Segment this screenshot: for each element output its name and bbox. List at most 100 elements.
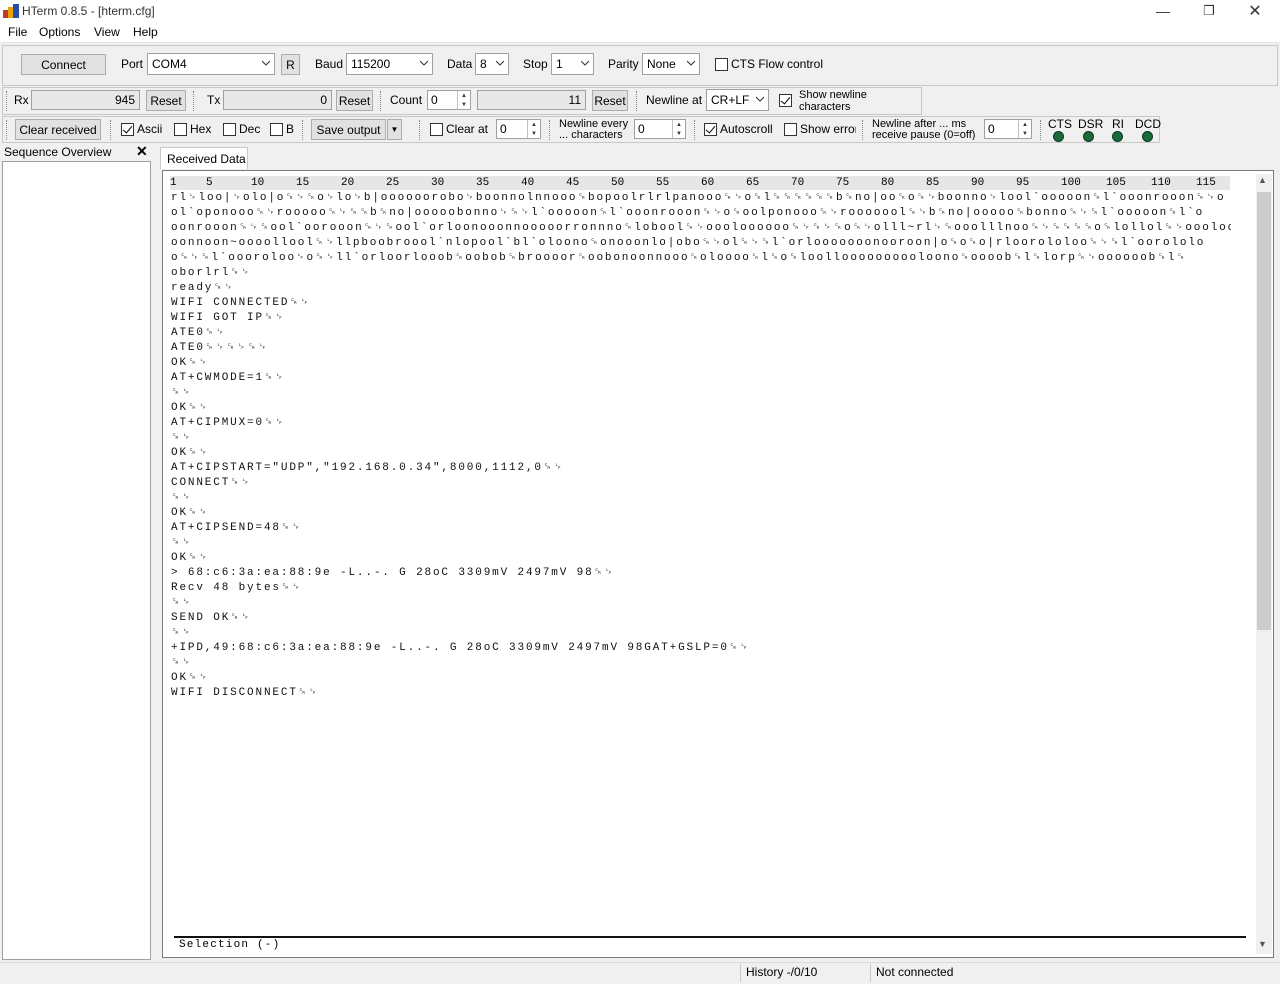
parity-label: Parity (608, 57, 639, 71)
show-newline-label: Show newline characters (799, 89, 867, 111)
ruler-tick: 35 (476, 177, 490, 189)
chevron-down-icon (756, 96, 764, 102)
received-line: oonnoon~oooollool␍␊llpboobroool`nlopool`… (171, 237, 1206, 249)
spin-down-icon[interactable]: ▼ (457, 100, 470, 109)
menu-bar (0, 22, 1280, 43)
ruler-tick: 70 (791, 177, 805, 189)
toolbar-grip[interactable] (862, 120, 865, 140)
close-button[interactable]: ✕ (1232, 0, 1278, 22)
menu-view[interactable]: View (92, 25, 122, 39)
stop-bits-select[interactable]: 1 (551, 53, 594, 75)
parity-select[interactable]: None (642, 53, 700, 75)
newline-every-spinner[interactable]: 0 ▲ ▼ (634, 119, 686, 139)
toolbar-grip[interactable] (694, 120, 697, 140)
dsr-led-icon (1083, 131, 1094, 142)
ri-led-label: RI (1112, 117, 1124, 131)
spin-down-icon[interactable]: ▼ (527, 129, 540, 138)
data-bits-select[interactable]: 8 (475, 53, 509, 75)
close-icon[interactable]: ✕ (136, 143, 148, 160)
count-reset-button[interactable]: Reset (592, 90, 628, 111)
ruler-tick: 80 (881, 177, 895, 189)
toolbar-grip[interactable] (636, 91, 639, 111)
received-line: ATE0␍␊␍␊␍␊ (171, 342, 269, 354)
menu-help[interactable]: Help (131, 25, 160, 39)
toolbar-grip[interactable] (6, 120, 9, 140)
scroll-down-icon[interactable]: ▼ (1258, 939, 1267, 949)
toolbar-grip[interactable] (419, 120, 422, 140)
rx-reset-button[interactable]: Reset (146, 90, 186, 111)
spin-down-icon[interactable]: ▼ (672, 129, 685, 138)
spin-up-icon[interactable]: ▲ (527, 120, 540, 129)
connection-status: Not connected (876, 965, 954, 979)
tab-received-data[interactable]: Received Data (160, 147, 248, 169)
clear-at-checkbox[interactable] (430, 123, 443, 136)
received-data-lines: rl␊loo|␊olo|o␍␊␍o␊lo␊b|oooooorobo␊boonno… (171, 191, 1231, 701)
clear-received-button[interactable]: Clear received (15, 119, 101, 140)
count-spinner[interactable]: 0 ▲ ▼ (427, 90, 471, 110)
menu-file[interactable]: File (6, 25, 29, 39)
newline-after-spinner[interactable]: 0 ▲ ▼ (984, 119, 1032, 139)
show-newline-checkbox[interactable] (779, 94, 792, 107)
scroll-up-icon[interactable]: ▲ (1258, 175, 1267, 185)
bin-checkbox[interactable] (270, 123, 283, 136)
newline-at-select[interactable]: CR+LF (706, 89, 769, 111)
newline-every-line1: Newline every (559, 118, 629, 130)
received-line: OK␍␊ (171, 402, 210, 414)
received-line: ready␍␊ (171, 282, 235, 294)
toolbar-grip[interactable] (302, 120, 305, 140)
toolbar-grip[interactable] (110, 120, 113, 140)
autoscroll-checkbox[interactable] (704, 123, 717, 136)
refresh-ports-button[interactable]: R (281, 54, 300, 75)
newline-at-label: Newline at (646, 93, 703, 107)
clear-at-spinner[interactable]: 0 ▲ ▼ (496, 119, 541, 139)
received-line: o␍␊␍l`oooroloo␊o␍␊ll`orloorlooob␍oobob␍b… (171, 252, 1187, 264)
baud-label: Baud (315, 57, 344, 71)
spin-down-icon[interactable]: ▼ (1018, 129, 1031, 138)
bin-label: B (286, 122, 295, 136)
restore-button[interactable]: ❐ (1186, 0, 1232, 22)
dec-checkbox[interactable] (223, 123, 236, 136)
toolbar-grip[interactable] (6, 91, 9, 111)
ascii-checkbox[interactable] (121, 123, 134, 136)
scrollbar-thumb[interactable] (1257, 192, 1271, 630)
tx-count: 0 (223, 90, 332, 110)
count-label: Count (390, 93, 423, 107)
newline-after-line2: receive pause (0=off) (872, 130, 976, 140)
ruler-tick: 50 (611, 177, 625, 189)
save-output-dropdown[interactable]: ▼ (387, 119, 402, 140)
toolbar-grip[interactable] (193, 91, 196, 111)
ruler-tick: 75 (836, 177, 850, 189)
connect-button[interactable]: Connect (21, 54, 106, 75)
column-ruler: 1 5 10 15 20 25 30 35 40 45 50 55 60 65 70 75 80 85 90 95 10… (170, 176, 1230, 190)
received-line: AT+CWMODE=1␍␊ (171, 372, 286, 384)
ruler-tick: 90 (971, 177, 985, 189)
spin-up-icon[interactable]: ▲ (457, 91, 470, 100)
port-select[interactable]: COM4 (147, 53, 275, 75)
save-output-button[interactable]: Save output (311, 119, 386, 140)
received-line: ol`oponooo␍␊rooooo␍␊␍␍b␍no|ooooobonno␊␍␊… (171, 207, 1205, 219)
toolbar-grip[interactable] (549, 120, 552, 140)
toolbar-grip[interactable] (1040, 120, 1043, 140)
tab-label: Received Data (167, 152, 246, 166)
ruler-tick: 45 (566, 177, 580, 189)
newline-after-label: Newline after ... ms receive pause (0=of… (872, 119, 976, 141)
hex-checkbox[interactable] (174, 123, 187, 136)
tx-reset-button[interactable]: Reset (336, 90, 373, 111)
baud-select[interactable]: 115200 (346, 53, 433, 75)
cts-led-icon (1053, 131, 1064, 142)
count-value: 0 (431, 93, 438, 107)
spin-up-icon[interactable]: ▲ (1018, 120, 1031, 129)
sequence-overview-list[interactable] (2, 161, 151, 960)
received-line: AT+CIPSEND=48␍␊ (171, 522, 303, 534)
cts-led-label: CTS (1048, 117, 1072, 131)
menu-options[interactable]: Options (37, 25, 82, 39)
toolbar-grip[interactable] (380, 91, 383, 111)
spin-up-icon[interactable]: ▲ (672, 120, 685, 129)
ruler-tick: 25 (386, 177, 400, 189)
sequence-overview-title: Sequence Overview (4, 145, 112, 159)
cts-flow-checkbox[interactable] (715, 58, 728, 71)
show-errors-checkbox[interactable] (784, 123, 797, 136)
minimize-button[interactable]: — (1140, 0, 1186, 22)
received-line: WIFI GOT IP␍␊ (171, 312, 286, 324)
title-bar (0, 0, 1280, 22)
